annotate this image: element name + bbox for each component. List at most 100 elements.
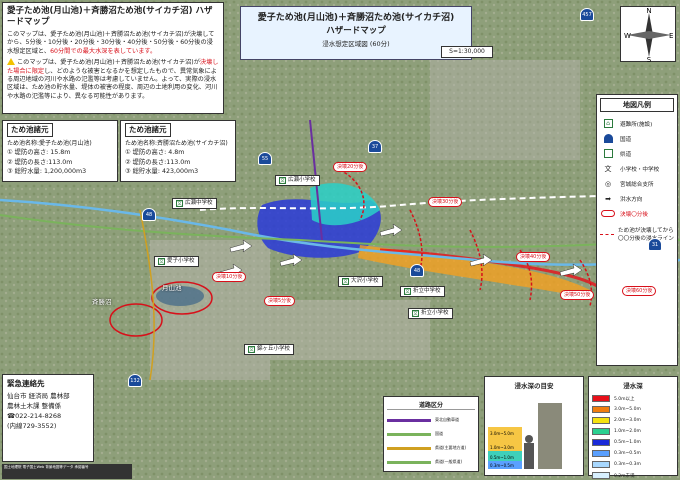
spec-row: ① 堤防の高さ: 4.8m	[125, 148, 185, 156]
warning-icon	[7, 58, 15, 66]
legend-item: 決壊〇分後	[600, 206, 674, 221]
depth-swatch	[592, 450, 610, 457]
flood-line-icon	[600, 229, 614, 240]
spec-row: ③ 総貯水量: 1,200,000m3	[7, 168, 87, 176]
scale-label: S=1:30,000	[441, 46, 493, 58]
legend-item: ため池が決壊してから〇〇分後の浸水ライン	[600, 221, 674, 247]
depth-legend-row: 2.0m~3.0m	[592, 415, 674, 426]
spec-header: ため池諸元	[7, 123, 53, 137]
emergency-tel[interactable]: ☎022-214-8268	[7, 412, 89, 422]
school-oritate-jhs[interactable]: 文折立中学校	[400, 286, 445, 297]
road-legend-title: 道路区分	[387, 400, 475, 410]
depth-guide-title: 浸水深の目安	[514, 382, 554, 390]
emergency-org1: 仙台市 経済局 農林部	[7, 392, 70, 401]
spec-panel-saikachinuma: ため池諸元 ため池名称:斉勝沼ため池(サイカチ沼) ① 堤防の高さ: 4.8m …	[120, 120, 236, 182]
spec-row: ② 堤防の長さ:113.0m	[7, 158, 73, 166]
depth-guide-diagram: 3.0m~5.0m 1.0m~3.0m 0.5m~1.0m 0.3m~0.5m	[488, 403, 562, 469]
depth-swatch	[592, 395, 610, 402]
legend-title: 地図凡例	[600, 98, 674, 112]
depth-label: 1.0m~2.0m	[614, 429, 641, 434]
national-road-icon	[600, 133, 616, 144]
depth-label: 0.5m~1.0m	[614, 440, 641, 445]
shelter-icon: ⌂	[600, 118, 616, 129]
route-shield: 457	[580, 8, 594, 21]
depth-label: 2.0m~3.0m	[614, 418, 641, 423]
spec-row: ③ 総貯水量: 423,000m3	[125, 168, 199, 176]
route-shield: 48	[410, 264, 424, 277]
spec-name: ため池名称:愛子ため池(月山池)	[7, 139, 92, 147]
time-label-5: 決壊5分後	[264, 296, 296, 306]
title-block: 愛子ため池(月山池)＋斉勝沼ため池(サイカチ沼) ハザードマップ このマップは、…	[2, 2, 224, 114]
compass-n: N	[646, 7, 651, 15]
office-icon: ◎	[604, 179, 612, 188]
map-legend: 地図凡例 ⌂ 避難所(施設) 国道 県道 文小学校・中学校 ◎ 宮城総合支所 ➡ 洪水…	[596, 94, 678, 366]
time-label-30: 決壊30分後	[428, 197, 463, 207]
map-footnote: 国土地理院 電子国土Web 背景地図等データ 承認番号	[2, 464, 132, 479]
time-label-50: 決壊50分後	[560, 290, 595, 300]
depth-legend-row: 5.0m以上	[592, 393, 674, 404]
depth-swatch	[592, 472, 610, 479]
depth-guide-label: 0.5m~1.0m	[490, 455, 514, 460]
depth-swatch	[592, 439, 610, 446]
time-label-60: 決壊60分後	[622, 286, 657, 296]
depth-swatch	[592, 428, 610, 435]
emergency-org2: 農林土木課 整備係	[7, 402, 62, 410]
school-nishikigaoka-es[interactable]: 文錦ヶ丘小学校	[244, 344, 295, 355]
spec-name: ため池名称:斉勝沼ため池(サイカチ沼)	[125, 139, 228, 147]
road-legend: 道路区分 東北自動車道 国道 県道(主要地方道) 県道(一般県道)	[383, 396, 479, 472]
time-label-40: 決壊40分後	[516, 252, 551, 262]
depth-swatch	[592, 461, 610, 468]
road-legend-item: 県道(一般県道)	[387, 455, 475, 469]
road-legend-item: 東北自動車道	[387, 413, 475, 427]
route-shield: 48	[142, 208, 156, 221]
place-label-saikachinuma: 斉勝沼	[92, 298, 112, 306]
depth-legend-row: 0.5m~1.0m	[592, 437, 674, 448]
route-shield: 55	[258, 152, 272, 165]
road-legend-item: 国道	[387, 427, 475, 441]
route-shield: 132	[128, 374, 142, 387]
school-icon: 文	[604, 164, 612, 173]
spec-row: ① 堤防の高さ: 15.8m	[7, 148, 71, 156]
depth-guide-label: 3.0m~5.0m	[490, 431, 514, 436]
depth-legend-title: 浸水深	[623, 382, 643, 390]
depth-label: 5.0m以上	[614, 396, 635, 402]
depth-guide-label: 0.3m~0.5m	[490, 463, 514, 468]
place-label-gessanike: 月山池	[162, 284, 182, 292]
school-hirose-jhs[interactable]: 文広瀬中学校	[172, 198, 217, 209]
depth-legend: 浸水深 5.0m以上 3.0m~5.0m 2.0m~3.0m 1.0m~2.0m 0.5…	[588, 376, 678, 479]
school-oritate-es[interactable]: 文折立小学校	[408, 308, 453, 319]
legend-item: 文小学校・中学校	[600, 161, 674, 176]
compass-rose: N S W E	[620, 6, 676, 64]
emergency-ext: (内線729-3552)	[7, 421, 57, 430]
header-line2: ハザードマップ	[326, 26, 386, 36]
header-line1: 愛子ため池(月山池)＋斉勝沼ため池(サイカチ沼)	[257, 13, 455, 23]
depth-guide: 浸水深の目安 3.0m~5.0m 1.0m~3.0m 0.5m~1.0m 0.3…	[484, 376, 584, 476]
prefectural-road-icon	[600, 148, 616, 159]
time-label-10: 決壊10分後	[212, 272, 247, 282]
depth-legend-row: 1.0m~2.0m	[592, 426, 674, 437]
depth-label: 0.2m未満	[614, 473, 635, 479]
compass-w: W	[624, 32, 631, 40]
depth-label: 0.3m~0.5m	[614, 451, 641, 456]
legend-item: 国道	[600, 131, 674, 146]
legend-item: ◎ 宮城総合支所	[600, 176, 674, 191]
spec-header: ため池諸元	[125, 123, 171, 137]
school-ayashi-es[interactable]: 文愛子小学校	[154, 256, 199, 267]
map-title: 愛子ため池(月山池)＋斉勝沼ため池(サイカチ沼) ハザードマップ	[7, 6, 213, 28]
depth-label: 3.0m~5.0m	[614, 407, 641, 412]
disclaimer-paragraph: このマップは、愛子ため池(月山池)＋斉勝沼ため池(サイカチ沼)が決壊した場合に限…	[7, 58, 219, 100]
legend-item: ⌂ 避難所(施設)	[600, 116, 674, 131]
intro-paragraph: このマップは、愛子ため池(月山池)＋斉勝沼ため池(サイカチ沼)が決壊してから、5…	[7, 31, 215, 55]
header-line3: 浸水想定区域図 (60分)	[322, 40, 390, 48]
road-legend-item: 県道(主要地方道)	[387, 441, 475, 455]
depth-guide-label: 1.0m~3.0m	[490, 445, 514, 450]
school-osawa-es[interactable]: 文大沢小学校	[338, 276, 383, 287]
emergency-contact: 緊急連絡先 仙台市 経済局 農林部 農林土木課 整備係 ☎022-214-826…	[2, 374, 94, 462]
route-shield: 31	[648, 238, 662, 251]
time-label-20: 決壊20分後	[333, 162, 368, 172]
school-hirose-es[interactable]: 文広瀬小学校	[275, 175, 320, 186]
spec-row: ② 堤防の長さ:113.0m	[125, 158, 191, 166]
urban-area	[430, 60, 580, 160]
depth-legend-row: 0.2m未満	[592, 470, 674, 480]
route-shield: 37	[368, 140, 382, 153]
